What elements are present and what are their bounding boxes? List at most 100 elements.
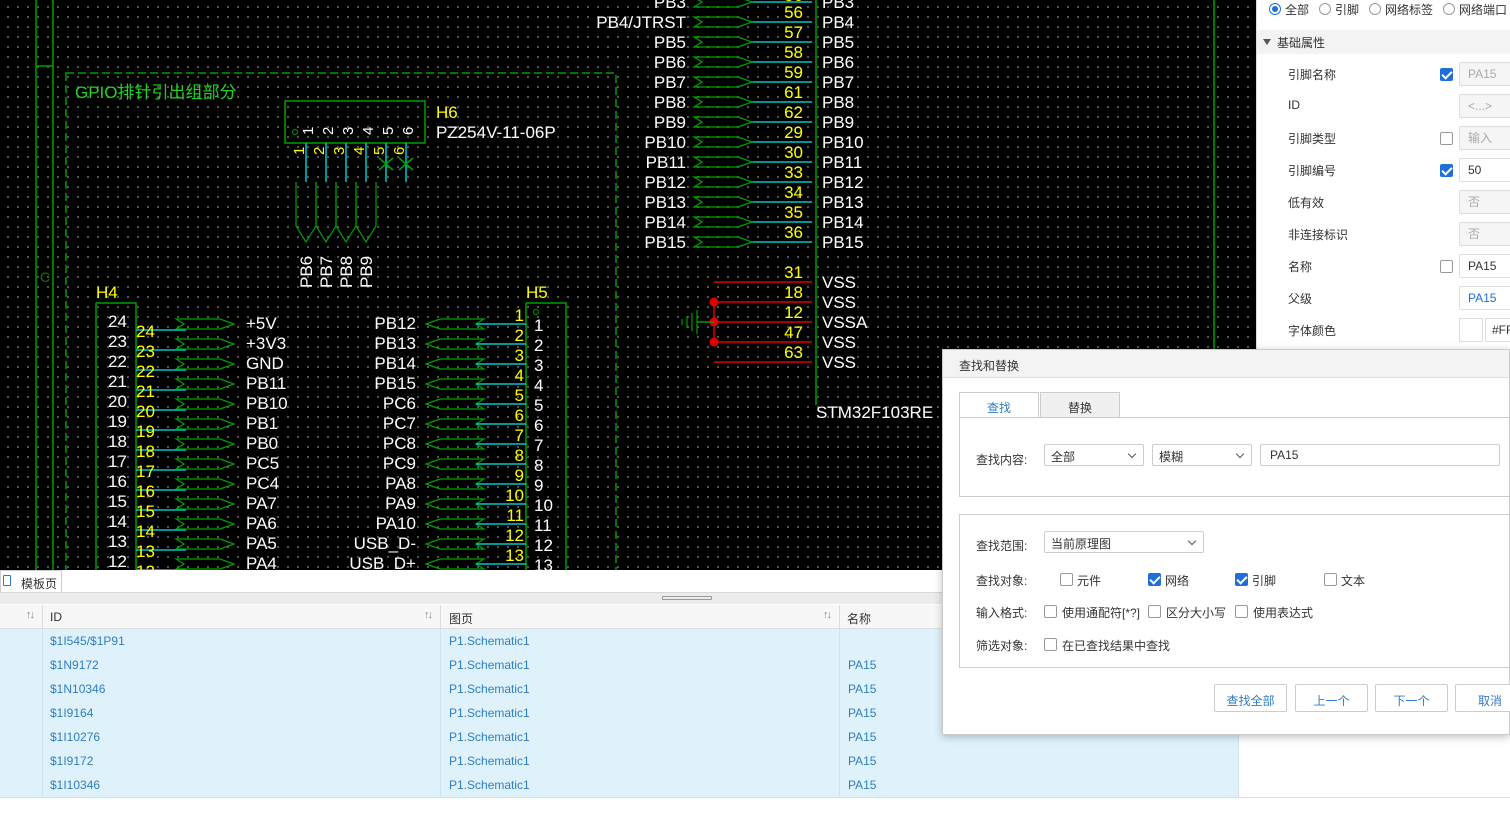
- tab-find[interactable]: 查找: [959, 392, 1039, 418]
- net-port[interactable]: [173, 538, 236, 550]
- cancel-button[interactable]: 取消: [1455, 684, 1510, 712]
- net-port-PB14[interactable]: [691, 216, 754, 228]
- radio-icon[interactable]: [1319, 3, 1332, 15]
- column-header-page[interactable]: 图页: [449, 610, 473, 627]
- net-port[interactable]: [424, 498, 487, 510]
- net-port[interactable]: [173, 358, 236, 370]
- property-value-input[interactable]: 输入: [1459, 126, 1510, 150]
- format-checkbox[interactable]: [1235, 605, 1248, 618]
- property-value-input[interactable]: #FF: [1485, 318, 1510, 342]
- net-port[interactable]: [424, 558, 487, 570]
- format-checkbox[interactable]: [1044, 605, 1057, 618]
- net-port-PB11[interactable]: [691, 156, 754, 168]
- sort-icon[interactable]: ↑↓: [424, 609, 433, 621]
- match-mode-select[interactable]: 模糊: [1152, 444, 1252, 466]
- property-value-input[interactable]: PA15: [1459, 254, 1510, 278]
- net-port[interactable]: [173, 318, 236, 330]
- object-checkbox[interactable]: [1235, 573, 1248, 586]
- net-port[interactable]: [173, 338, 236, 350]
- property-value-input[interactable]: PA15: [1459, 62, 1510, 86]
- net-port-PB10[interactable]: [691, 136, 754, 148]
- collapse-triangle-icon[interactable]: [1263, 39, 1271, 45]
- net-port-PB13[interactable]: [691, 196, 754, 208]
- dialog-title[interactable]: 查找和替换: [943, 350, 1509, 378]
- net-port-symbol[interactable]: [295, 182, 317, 244]
- net-port[interactable]: [424, 418, 487, 430]
- filter-tab-2[interactable]: 网络标签: [1369, 1, 1433, 18]
- tab-replace[interactable]: 替换: [1040, 392, 1120, 418]
- basic-properties-section[interactable]: 基础属性: [1257, 30, 1510, 54]
- format-checkbox[interactable]: [1148, 605, 1161, 618]
- net-port[interactable]: [424, 378, 487, 390]
- net-port[interactable]: [173, 518, 236, 530]
- column-divider[interactable]: [440, 605, 441, 629]
- color-swatch[interactable]: [1459, 318, 1483, 342]
- net-port[interactable]: [173, 398, 236, 410]
- radio-icon[interactable]: [1369, 3, 1382, 15]
- property-value-input[interactable]: 否: [1459, 222, 1510, 246]
- net-port[interactable]: [424, 458, 487, 470]
- net-port-PB8[interactable]: [691, 96, 754, 108]
- net-port-PB7[interactable]: [691, 76, 754, 88]
- net-port[interactable]: [424, 338, 487, 350]
- table-row[interactable]: $1I10346 P1.Schematic1 PA15: [0, 773, 1238, 797]
- range-select[interactable]: 当前原理图: [1044, 531, 1204, 553]
- tab-template-page[interactable]: 模板页: [0, 570, 62, 592]
- net-port[interactable]: [173, 478, 236, 490]
- scope-select[interactable]: 全部: [1044, 444, 1144, 466]
- net-port[interactable]: [173, 558, 236, 570]
- net-port[interactable]: [424, 318, 487, 330]
- property-checkbox[interactable]: [1440, 260, 1453, 273]
- net-port-PB15[interactable]: [691, 236, 754, 248]
- net-port-symbol[interactable]: [335, 182, 357, 244]
- property-value-input[interactable]: <...>: [1459, 94, 1510, 118]
- h6-body[interactable]: [284, 100, 426, 144]
- property-value-input[interactable]: 50: [1459, 158, 1510, 182]
- filter-in-results-checkbox[interactable]: [1044, 638, 1057, 651]
- net-port[interactable]: [173, 498, 236, 510]
- object-checkbox[interactable]: [1148, 573, 1161, 586]
- net-port[interactable]: [173, 458, 236, 470]
- property-value-input[interactable]: PA15: [1459, 286, 1510, 310]
- column-divider[interactable]: [839, 605, 840, 629]
- radio-icon[interactable]: [1269, 3, 1281, 15]
- net-port-PB5[interactable]: [691, 36, 754, 48]
- net-port-PB3[interactable]: [691, 0, 754, 8]
- net-port-PB6[interactable]: [691, 56, 754, 68]
- net-port-symbol[interactable]: [355, 182, 377, 244]
- find-all-button[interactable]: 查找全部: [1214, 684, 1287, 712]
- object-checkbox[interactable]: [1324, 573, 1337, 586]
- filter-tab-0[interactable]: 全部: [1269, 1, 1309, 18]
- sort-icon[interactable]: ↑↓: [823, 609, 832, 621]
- column-header-name[interactable]: 名称: [847, 610, 871, 627]
- object-checkbox[interactable]: [1060, 573, 1073, 586]
- net-port[interactable]: [173, 418, 236, 430]
- net-port[interactable]: [173, 438, 236, 450]
- column-header-id[interactable]: ID: [50, 610, 62, 624]
- next-button[interactable]: 下一个: [1375, 684, 1448, 712]
- splitter-grip-icon[interactable]: [662, 596, 712, 600]
- net-port[interactable]: [424, 538, 487, 550]
- net-port-PB4/JTRST[interactable]: [691, 16, 754, 28]
- search-input[interactable]: PA15: [1260, 444, 1500, 466]
- net-port[interactable]: [424, 398, 487, 410]
- net-port[interactable]: [173, 378, 236, 390]
- radio-icon[interactable]: [1443, 3, 1456, 15]
- net-port[interactable]: [424, 438, 487, 450]
- property-checkbox[interactable]: [1440, 68, 1453, 81]
- net-port[interactable]: [424, 478, 487, 490]
- previous-button[interactable]: 上一个: [1295, 684, 1368, 712]
- sort-icon[interactable]: ↑↓: [26, 609, 35, 621]
- property-value-input[interactable]: 否: [1459, 190, 1510, 214]
- net-port[interactable]: [424, 358, 487, 370]
- net-port-PB9[interactable]: [691, 116, 754, 128]
- filter-tab-3[interactable]: 网络端口: [1443, 1, 1507, 18]
- filter-tab-1[interactable]: 引脚: [1319, 1, 1359, 18]
- net-port[interactable]: [424, 518, 487, 530]
- column-divider[interactable]: [42, 605, 43, 629]
- net-port-PB12[interactable]: [691, 176, 754, 188]
- property-checkbox[interactable]: [1440, 132, 1453, 145]
- property-checkbox[interactable]: [1440, 164, 1453, 177]
- table-row[interactable]: $1I9172 P1.Schematic1 PA15: [0, 749, 1238, 773]
- net-port-symbol[interactable]: [315, 182, 337, 244]
